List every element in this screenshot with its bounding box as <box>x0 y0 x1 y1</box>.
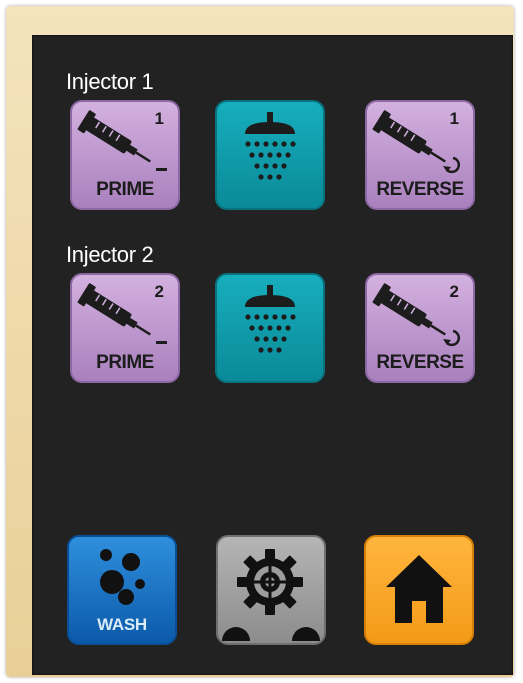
touch-screen: Injector 1 1 PRIME 1 REVERSE Injector 2 … <box>32 35 513 675</box>
prime-label: PRIME <box>96 352 154 373</box>
home-icon <box>386 555 452 623</box>
injector-2-wash-button[interactable] <box>215 273 325 383</box>
injector-1-prime-button[interactable]: 1 PRIME <box>70 100 180 210</box>
injector-2-reverse-button[interactable]: 2 REVERSE <box>365 273 475 383</box>
shower-icon <box>245 112 296 180</box>
injector-1-wash-button[interactable] <box>215 100 325 210</box>
reverse-label: REVERSE <box>376 179 464 200</box>
gear-icon <box>222 549 320 641</box>
injector-number: 2 <box>154 282 164 301</box>
injector-number: 1 <box>154 109 164 128</box>
wash-label: WASH <box>97 615 147 634</box>
injector-1-reverse-button[interactable]: 1 REVERSE <box>365 100 475 210</box>
injector-1-label: Injector 1 <box>66 69 154 94</box>
prime-label: PRIME <box>96 179 154 200</box>
injector-number: 1 <box>449 109 459 128</box>
wash-button[interactable]: WASH <box>67 535 177 645</box>
injector-number: 2 <box>449 282 459 301</box>
shower-icon <box>245 285 296 353</box>
reverse-label: REVERSE <box>376 352 464 373</box>
home-button[interactable] <box>364 535 474 645</box>
injector-2-label: Injector 2 <box>66 242 154 267</box>
device-bezel: Injector 1 1 PRIME 1 REVERSE Injector 2 … <box>6 6 514 677</box>
injector-2-prime-button[interactable]: 2 PRIME <box>70 273 180 383</box>
settings-button[interactable] <box>216 535 326 645</box>
